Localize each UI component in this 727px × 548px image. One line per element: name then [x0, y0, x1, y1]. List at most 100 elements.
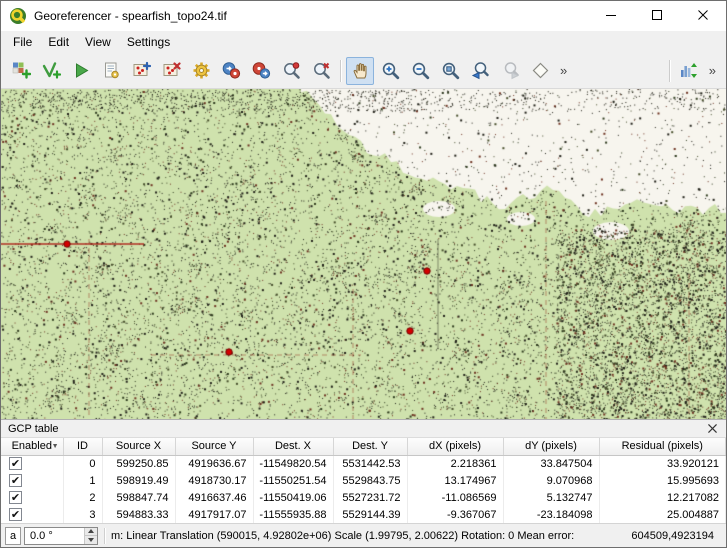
- cell-dest_y[interactable]: 5531442.53: [333, 455, 407, 472]
- georeferencer-window: Georeferencer - spearfish_topo24.tif Fil…: [0, 0, 727, 548]
- menu-file[interactable]: File: [5, 33, 40, 51]
- column-header-dest-x[interactable]: Dest. X: [253, 438, 333, 455]
- zoom-out-button[interactable]: [406, 57, 434, 85]
- gcp-row-0[interactable]: ✔ 0599250.854919636.67-11549820.545531442…: [1, 455, 726, 472]
- cell-dest_y[interactable]: 5527231.72: [333, 489, 407, 506]
- enabled-cell[interactable]: ✔: [1, 489, 63, 506]
- zoom-last-icon: [471, 61, 490, 80]
- column-header-dest-y[interactable]: Dest. Y: [333, 438, 407, 455]
- toolbar-overflow-button[interactable]: »: [555, 63, 572, 78]
- menu-edit[interactable]: Edit: [40, 33, 77, 51]
- rotation-down-button[interactable]: [85, 535, 97, 544]
- cell-dest_x[interactable]: -11550419.06: [253, 489, 333, 506]
- column-header-source-x[interactable]: Source X: [102, 438, 175, 455]
- minimize-button[interactable]: [588, 1, 634, 31]
- cursor-coordinates: 604509,4923194: [619, 530, 722, 542]
- column-header-id[interactable]: ID: [63, 438, 102, 455]
- maximize-button[interactable]: [634, 1, 680, 31]
- gcp-panel: GCP table Enabled▼IDSource XSource YDest…: [1, 419, 726, 523]
- enabled-checkbox[interactable]: ✔: [9, 491, 22, 504]
- start-georeferencing-button[interactable]: [37, 57, 65, 85]
- cell-source_x[interactable]: 594883.33: [102, 506, 175, 523]
- zoom-to-layer-button[interactable]: [436, 57, 464, 85]
- add-point-button[interactable]: [127, 57, 155, 85]
- map-canvas[interactable]: [1, 89, 726, 419]
- delete-point-button[interactable]: [157, 57, 185, 85]
- cell-source_y[interactable]: 4917917.07: [175, 506, 253, 523]
- cell-dest_y[interactable]: 5529144.39: [333, 506, 407, 523]
- zoom-to-layer-remove-button[interactable]: [307, 57, 335, 85]
- column-header-source-y[interactable]: Source Y: [175, 438, 253, 455]
- enabled-cell[interactable]: ✔: [1, 506, 63, 523]
- transformation-settings-button[interactable]: [187, 57, 215, 85]
- close-button[interactable]: [680, 1, 726, 31]
- cell-source_y[interactable]: 4918730.17: [175, 472, 253, 489]
- cell-source_x[interactable]: 599250.85: [102, 455, 175, 472]
- add-point-icon: [132, 61, 151, 80]
- rotation-up-button[interactable]: [85, 528, 97, 536]
- histogram-stretch-icon: [679, 61, 698, 80]
- menu-view[interactable]: View: [77, 33, 119, 51]
- link-qgis-to-georeferencer-icon: [252, 61, 271, 80]
- gcp-panel-close-button[interactable]: [706, 422, 719, 435]
- column-header-enabled[interactable]: Enabled▼: [1, 438, 63, 455]
- cell-source_y[interactable]: 4919636.67: [175, 455, 253, 472]
- titlebar[interactable]: Georeferencer - spearfish_topo24.tif: [1, 1, 726, 31]
- run-georeference-button[interactable]: [67, 57, 95, 85]
- cell-id[interactable]: 0: [63, 455, 102, 472]
- spin-down-icon: [88, 538, 94, 542]
- cell-id[interactable]: 2: [63, 489, 102, 506]
- cell-id[interactable]: 3: [63, 506, 102, 523]
- cell-dest_x[interactable]: -11550251.54: [253, 472, 333, 489]
- cell-dx[interactable]: -9.367067: [407, 506, 503, 523]
- open-raster-button[interactable]: [7, 57, 35, 85]
- cell-dx[interactable]: 13.174967: [407, 472, 503, 489]
- gcp-row-3[interactable]: ✔ 3594883.334917917.07-11555935.885529144…: [1, 506, 726, 523]
- pan-button[interactable]: [346, 57, 374, 85]
- gcp-table-header-row: Enabled▼IDSource XSource YDest. XDest. Y…: [1, 438, 726, 455]
- zoom-last-button[interactable]: [466, 57, 494, 85]
- cell-dy[interactable]: 9.070968: [503, 472, 599, 489]
- enabled-cell[interactable]: ✔: [1, 455, 63, 472]
- cell-dest_y[interactable]: 5529843.75: [333, 472, 407, 489]
- cell-dy[interactable]: 33.847504: [503, 455, 599, 472]
- run-georeference-icon: [72, 61, 91, 80]
- gcp-row-2[interactable]: ✔ 2598847.744916637.46-11550419.065527231…: [1, 489, 726, 506]
- column-header-residual-pixels[interactable]: Residual (pixels): [599, 438, 726, 455]
- cell-residual[interactable]: 33.920121: [599, 455, 726, 472]
- open-raster-icon: [12, 61, 31, 80]
- histogram-stretch-button[interactable]: [675, 57, 703, 85]
- cell-dx[interactable]: -11.086569: [407, 489, 503, 506]
- column-header-dx-pixels[interactable]: dX (pixels): [407, 438, 503, 455]
- enabled-checkbox[interactable]: ✔: [9, 457, 22, 470]
- enabled-checkbox[interactable]: ✔: [9, 508, 22, 521]
- zoom-to-layer-add-button[interactable]: [277, 57, 305, 85]
- toolbar-overflow-button[interactable]: »: [704, 63, 721, 78]
- cell-dest_x[interactable]: -11555935.88: [253, 506, 333, 523]
- enabled-filter-arrow-icon[interactable]: ▼: [52, 443, 59, 450]
- cell-id[interactable]: 1: [63, 472, 102, 489]
- column-header-dy-pixels[interactable]: dY (pixels): [503, 438, 599, 455]
- map-view[interactable]: [1, 89, 726, 419]
- cell-dy[interactable]: -23.184098: [503, 506, 599, 523]
- enabled-checkbox[interactable]: ✔: [9, 474, 22, 487]
- gcp-row-1[interactable]: ✔ 1598919.494918730.17-11550251.545529843…: [1, 472, 726, 489]
- cell-residual[interactable]: 12.217082: [599, 489, 726, 506]
- generate-gdal-script-button[interactable]: [97, 57, 125, 85]
- rotation-spinbox[interactable]: 0.0 °: [24, 527, 98, 545]
- cell-source_x[interactable]: 598847.74: [102, 489, 175, 506]
- cell-source_y[interactable]: 4916637.46: [175, 489, 253, 506]
- cell-dy[interactable]: 5.132747: [503, 489, 599, 506]
- zoom-next-button[interactable]: [496, 57, 524, 85]
- zoom-in-button[interactable]: [376, 57, 404, 85]
- link-georeferencer-to-qgis-button[interactable]: [217, 57, 245, 85]
- enabled-cell[interactable]: ✔: [1, 472, 63, 489]
- cell-residual[interactable]: 15.995693: [599, 472, 726, 489]
- cell-dest_x[interactable]: -11549820.54: [253, 455, 333, 472]
- cell-source_x[interactable]: 598919.49: [102, 472, 175, 489]
- link-qgis-to-georeferencer-button[interactable]: [247, 57, 275, 85]
- menu-settings[interactable]: Settings: [119, 33, 178, 51]
- move-gcp-point-button[interactable]: [526, 57, 554, 85]
- cell-residual[interactable]: 25.004887: [599, 506, 726, 523]
- cell-dx[interactable]: 2.218361: [407, 455, 503, 472]
